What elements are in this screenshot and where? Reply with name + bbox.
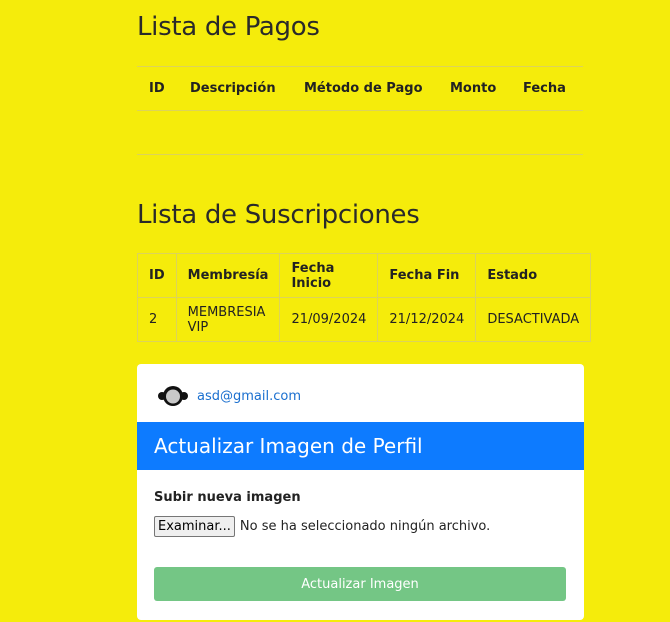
avatar-icon [157,385,189,407]
update-image-header: Actualizar Imagen de Perfil [137,422,584,470]
subs-col-membresia: Membresía [175,253,281,298]
subs-col-fecha-inicio: Fecha Inicio [279,253,379,298]
subs-cell-fecha-inicio: 21/09/2024 [279,297,379,342]
subs-col-estado: Estado [475,253,592,298]
file-status-text: No se ha seleccionado ningún archivo. [239,519,491,534]
subs-cell-estado: DESACTIVADA [475,297,592,342]
pagos-table-body-empty [137,111,583,155]
subs-col-fecha-fin: Fecha Fin [377,253,477,298]
subs-cell-fecha-fin: 21/12/2024 [377,297,477,342]
pagos-col-fecha: Fecha [523,81,566,96]
pagos-table: ID Descripción Método de Pago Monto Fech… [137,66,583,155]
pagos-title: Lista de Pagos [137,12,320,42]
suscripciones-table: ID Membresía Fecha Inicio Fecha Fin Esta… [137,253,592,342]
pagos-col-monto: Monto [450,81,497,96]
profile-card: asd@gmail.com Actualizar Imagen de Perfi… [137,364,584,620]
table-row: 2 MEMBRESIA VIP 21/09/2024 21/12/2024 DE… [137,297,592,342]
suscripciones-title: Lista de Suscripciones [137,200,420,230]
file-input[interactable]: Examinar... No se ha seleccionado ningún… [154,516,490,537]
subs-col-id: ID [137,253,177,298]
profile-row: asd@gmail.com [157,384,301,408]
upload-label: Subir nueva imagen [154,490,301,505]
update-image-button[interactable]: Actualizar Imagen [154,567,566,601]
profile-email[interactable]: asd@gmail.com [197,389,301,404]
subs-cell-id: 2 [137,297,177,342]
pagos-col-id: ID [149,81,165,96]
browse-button[interactable]: Examinar... [154,516,235,537]
pagos-col-metodo: Método de Pago [304,81,423,96]
pagos-col-descripcion: Descripción [190,81,276,96]
subs-cell-membresia: MEMBRESIA VIP [175,297,281,342]
pagos-table-header: ID Descripción Método de Pago Monto Fech… [137,67,583,111]
table-header-row: ID Membresía Fecha Inicio Fecha Fin Esta… [137,253,592,298]
